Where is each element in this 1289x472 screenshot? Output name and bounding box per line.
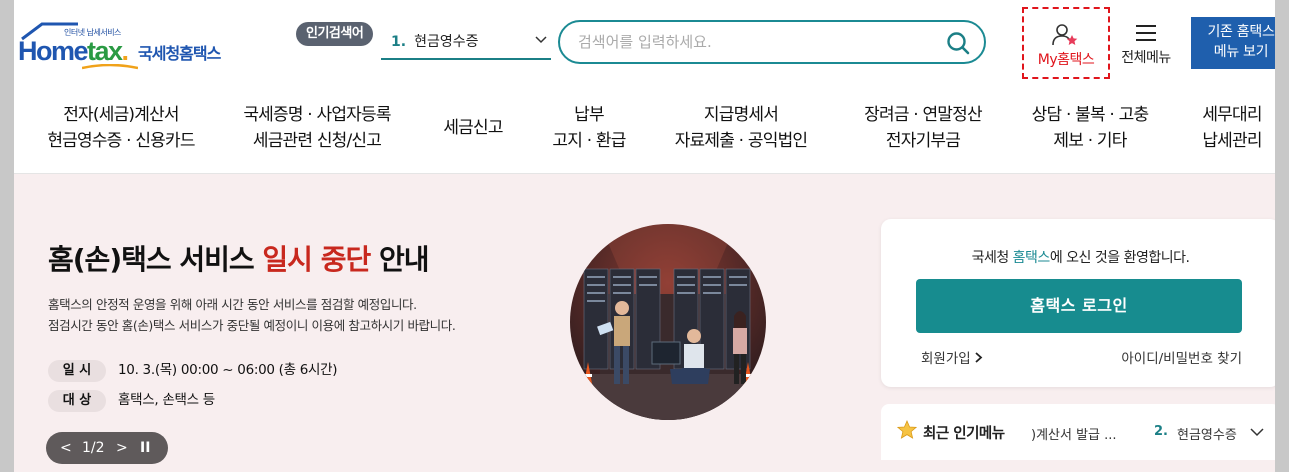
search-box: [558, 20, 986, 64]
logo-swoosh-icon: [82, 64, 138, 70]
search-icon[interactable]: [946, 31, 970, 55]
target-value: 홈택스, 손택스 등: [118, 392, 215, 408]
main-navigation: 전자(세금)계산서 현금영수증 · 신용카드 국세증명 · 사업자등록 세금관련 신…: [14, 88, 1275, 174]
recent-menu-item-2[interactable]: 현금영수증: [1177, 424, 1247, 443]
next-slide-button[interactable]: >: [116, 432, 128, 464]
nav-item-tax-report[interactable]: 세금신고: [432, 115, 514, 141]
banner-pager: < 1/2 > II: [46, 432, 168, 464]
logo-korean-name: 국세청홈택스: [138, 44, 221, 63]
popular-search-rank: 1.: [391, 34, 407, 50]
pause-button[interactable]: II: [140, 432, 150, 464]
login-button[interactable]: 홈택스 로그인: [916, 279, 1242, 333]
chevron-down-icon: [535, 36, 547, 44]
banner-schedule-row: 일 시 10. 3.(목) 00:00 ~ 06:00 (총 6시간): [48, 358, 338, 382]
my-hometax-button[interactable]: My홈택스: [1022, 7, 1110, 79]
join-link[interactable]: 회원가입: [921, 347, 983, 367]
schedule-value: 10. 3.(목) 00:00 ~ 06:00 (총 6시간): [118, 362, 338, 378]
all-menu-label: 전체메뉴: [1121, 50, 1171, 66]
nav-item-consulting[interactable]: 상담 · 불복 · 고충 제보 · 기타: [1020, 102, 1160, 154]
popular-search-term: 현금영수증: [414, 34, 479, 50]
my-hometax-label: My홈택스: [1037, 52, 1095, 68]
popular-search-badge: 인기검색어: [296, 22, 374, 46]
nav-item-tax-agent[interactable]: 세무대리 납세관리: [1182, 102, 1275, 154]
welcome-text: 국세청 홈택스에 오신 것을 환영합니다.: [971, 250, 1190, 266]
star-icon: [897, 420, 917, 439]
server-room-illustration: [570, 224, 766, 420]
nav-item-statement[interactable]: 지급명세서 자료제출 · 공익법인: [666, 102, 816, 154]
chevron-down-icon[interactable]: [1250, 428, 1264, 437]
recent-menu-rank-2: 2.: [1154, 424, 1168, 439]
recent-popular-menu: 최근 인기메뉴 )계산서 발급 ... 2. 현금영수증: [881, 404, 1275, 460]
recent-menu-title: 최근 인기메뉴: [923, 426, 1005, 442]
slide-counter: 1/2: [82, 440, 105, 456]
search-input[interactable]: [578, 30, 918, 54]
logo-wordmark: Hometax.: [18, 36, 129, 66]
banner-target-row: 대 상 홈택스, 손택스 등: [48, 388, 215, 412]
banner-description: 홈택스의 안정적 운영을 위해 아래 시간 동안 서비스를 점검할 예정입니다.…: [48, 297, 456, 333]
hometax-logo[interactable]: 인터넷 납세서비스 Hometax. 국세청홈택스: [18, 18, 248, 72]
prev-slide-button[interactable]: <: [60, 432, 72, 464]
nav-item-certificate[interactable]: 국세증명 · 사업자등록 세금관련 신청/신고: [232, 102, 402, 154]
login-card: 국세청 홈택스에 오신 것을 환영합니다. 홈택스 로그인 회원가입 아이디/비…: [881, 219, 1275, 387]
schedule-tag: 일 시: [48, 360, 106, 382]
target-tag: 대 상: [48, 390, 106, 412]
old-hometax-line2: 메뉴 보기: [1213, 44, 1269, 60]
popular-search-select[interactable]: 1. 현금영수증: [381, 26, 551, 60]
nav-item-payment[interactable]: 납부 고지 · 환급: [544, 102, 634, 154]
find-id-password-link[interactable]: 아이디/비밀번호 찾기: [1121, 347, 1242, 367]
old-hometax-line1: 기존 홈택스: [1207, 24, 1275, 40]
nav-item-yearend[interactable]: 장려금 · 연말정산 전자기부금: [848, 102, 998, 154]
chevron-right-icon: [975, 352, 983, 363]
old-hometax-menu-button[interactable]: 기존 홈택스 메뉴 보기: [1191, 17, 1275, 69]
banner-title: 홈(손)택스 서비스 일시 중단 안내: [48, 243, 430, 276]
user-star-icon: [1052, 24, 1078, 46]
header: 인터넷 납세서비스 Hometax. 국세청홈택스 인기검색어 1. 현금영수증: [14, 0, 1275, 88]
all-menu-button[interactable]: 전체메뉴: [1116, 20, 1176, 70]
recent-menu-item-1[interactable]: )계산서 발급 ...: [1031, 424, 1131, 443]
page: 인터넷 납세서비스 Hometax. 국세청홈택스 인기검색어 1. 현금영수증: [14, 0, 1275, 472]
nav-item-einvoice[interactable]: 전자(세금)계산서 현금영수증 · 신용카드: [36, 102, 206, 154]
hamburger-icon: [1136, 25, 1156, 41]
